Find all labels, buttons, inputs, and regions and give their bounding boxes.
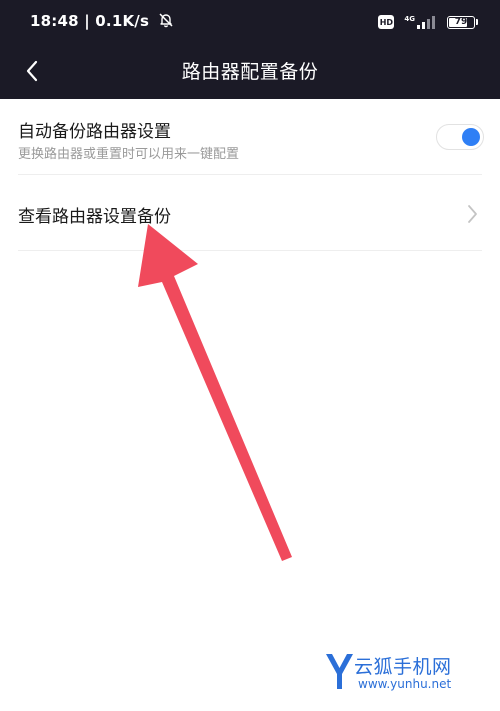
signal-bars-icon [417, 16, 435, 29]
status-time-and-speed: 18:48 | 0.1K/s [30, 12, 174, 30]
view-backup-row[interactable]: 查看路由器设置备份 [0, 175, 500, 251]
page-title: 路由器配置备份 [181, 61, 319, 83]
bell-off-icon [159, 13, 173, 28]
settings-list: 自动备份路由器设置 更换路由器或重置时可以用来一键配置 查看路由器设置备份 [0, 99, 500, 251]
app-header: 18:48 | 0.1K/s HD 4G 79 路由器配置备份 [0, 0, 500, 99]
network-type: 4G [404, 15, 415, 23]
nav-bar: 路由器配置备份 [0, 44, 500, 99]
watermark-logo [324, 652, 354, 696]
battery-indicator: 79 [447, 15, 475, 29]
auto-backup-row: 自动备份路由器设置 更换路由器或重置时可以用来一键配置 [0, 99, 500, 175]
auto-backup-toggle[interactable] [436, 124, 484, 150]
auto-backup-subtitle: 更换路由器或重置时可以用来一键配置 [18, 147, 240, 162]
watermark-url: www.yunhu.net [358, 677, 452, 691]
battery-tip [476, 19, 478, 25]
status-bar: 18:48 | 0.1K/s HD 4G 79 [0, 0, 500, 44]
hd-badge: HD [378, 15, 395, 29]
battery-level: 79 [454, 17, 468, 27]
status-icons: HD 4G 79 [378, 13, 478, 31]
toggle-knob [462, 128, 480, 146]
view-backup-title: 查看路由器设置备份 [18, 207, 171, 227]
network-speed: 0.1K/s [95, 12, 150, 30]
chevron-right-icon [468, 205, 477, 223]
signal-indicator: 4G [404, 15, 435, 29]
watermark-name: 云狐手机网 [354, 656, 452, 678]
status-separator: | [84, 12, 96, 30]
watermark-logo-shape [326, 654, 353, 689]
status-time: 18:48 [30, 12, 79, 30]
divider [18, 250, 482, 251]
auto-backup-title: 自动备份路由器设置 [18, 122, 171, 142]
watermark: 云狐手机网 www.yunhu.net [324, 652, 494, 698]
